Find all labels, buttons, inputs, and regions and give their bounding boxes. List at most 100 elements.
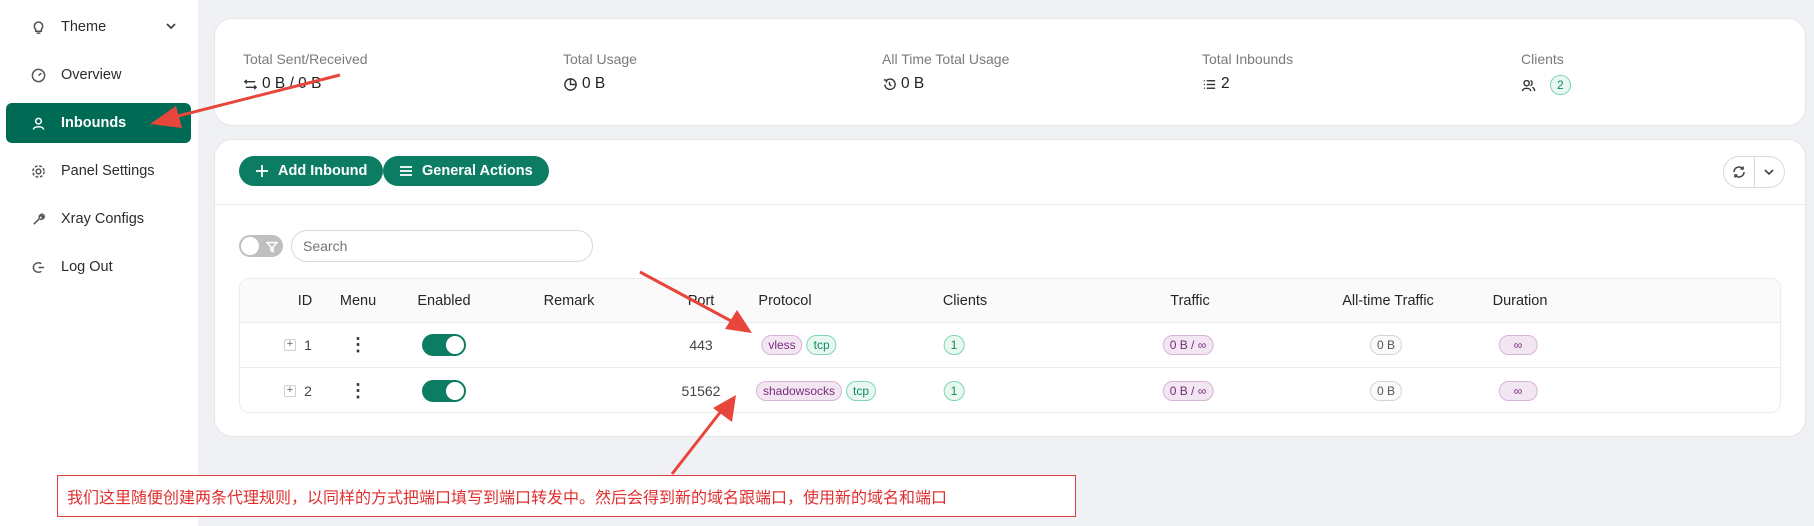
stat-value: 0 B — [901, 75, 925, 92]
all-time-cell: 0 B — [1369, 335, 1406, 355]
duration-cell: ∞ — [1498, 380, 1542, 401]
stat-sent-received: Total Sent/Received 0 B / 0 B — [243, 51, 368, 93]
column-header: Clients — [942, 293, 988, 309]
filter-toggle[interactable] — [239, 235, 283, 257]
sidebar-item-inbounds[interactable]: Inbounds — [6, 103, 191, 143]
table-row[interactable]: + 2 ⋮ 51562 shadowsocks tcp 1 0 B / ∞ 0 … — [240, 368, 1780, 412]
filter-icon — [265, 240, 279, 253]
stat-value: 2 — [1221, 75, 1230, 92]
column-header: Duration — [1492, 293, 1548, 309]
sidebar-item-xray-configs[interactable]: Xray Configs — [6, 199, 191, 239]
sidebar-item-theme[interactable]: Theme — [6, 7, 191, 47]
annotation-note: 我们这里随便创建两条代理规则，以同样的方式把端口填写到端口转发中。然后会得到新的… — [57, 475, 1076, 517]
row-menu-button[interactable]: ⋮ — [349, 335, 367, 356]
stat-value-row: 2 — [1202, 75, 1293, 93]
dashboard-icon — [30, 67, 46, 83]
all-time-tag: 0 B — [1369, 335, 1403, 355]
protocol-tag: shadowsocks — [755, 380, 843, 401]
wrench-icon — [30, 211, 46, 227]
expand-row-button[interactable]: + — [284, 339, 296, 351]
add-inbound-button[interactable]: Add Inbound — [239, 156, 384, 186]
clients-count-tag: 1 — [943, 380, 965, 401]
refresh-button[interactable] — [1724, 157, 1755, 187]
refresh-options-dropdown[interactable] — [1755, 157, 1785, 187]
clients-count-tag: 1 — [943, 335, 965, 355]
stat-value-row: 0 B / 0 B — [243, 75, 368, 93]
sidebar: Theme Overview Inbounds Panel Settings X… — [0, 0, 198, 526]
logout-icon — [30, 259, 46, 275]
gear-icon — [30, 163, 46, 179]
user-icon — [30, 115, 46, 131]
all-time-cell: 0 B — [1369, 380, 1406, 401]
list-icon — [1202, 77, 1217, 92]
stat-label: Total Inbounds — [1202, 51, 1294, 67]
sidebar-item-overview[interactable]: Overview — [6, 55, 191, 95]
sidebar-item-label: Panel Settings — [61, 163, 155, 179]
clients-cell: 1 — [943, 335, 969, 355]
general-actions-button[interactable]: General Actions — [383, 156, 549, 186]
menu-icon — [399, 164, 413, 178]
transport-tag: tcp — [806, 335, 837, 355]
duration-cell: ∞ — [1498, 335, 1542, 355]
clients-count-badge: 2 — [1550, 75, 1571, 95]
stat-value: 0 B / 0 B — [262, 75, 322, 92]
swap-icon — [243, 77, 258, 92]
transport-tag: tcp — [846, 380, 877, 401]
general-actions-label: General Actions — [422, 163, 533, 179]
stat-label: Total Usage — [563, 51, 637, 67]
row-menu-button[interactable]: ⋮ — [349, 380, 367, 401]
users-icon — [1521, 78, 1536, 93]
inbound-port: 443 — [689, 337, 713, 353]
stat-all-time-usage: All Time Total Usage 0 B — [882, 51, 1009, 93]
column-header: All-time Traffic — [1342, 293, 1434, 309]
traffic-tag: 0 B / ∞ — [1162, 335, 1214, 355]
traffic-tag: 0 B / ∞ — [1162, 380, 1214, 401]
history-icon — [882, 77, 897, 92]
column-header: ID — [297, 293, 313, 309]
switch-on — [422, 334, 466, 356]
enabled-switch[interactable] — [422, 379, 466, 402]
column-header: Protocol — [758, 293, 812, 309]
protocol-tags: vless tcp — [761, 335, 840, 355]
column-header: Enabled — [417, 293, 471, 309]
sidebar-item-label: Inbounds — [61, 115, 127, 131]
inbound-id: 2 — [304, 382, 312, 399]
stat-value: 0 B — [582, 75, 606, 92]
expand-icon: + — [284, 384, 296, 397]
table-row[interactable]: + 1 ⋮ 443 vless tcp 1 0 B / ∞ 0 B ∞ — [240, 323, 1780, 368]
lightbulb-icon — [30, 19, 46, 35]
all-time-tag: 0 B — [1369, 380, 1403, 401]
refresh-button-group — [1723, 156, 1785, 188]
traffic-cell: 0 B / ∞ — [1162, 335, 1218, 355]
protocol-tag: vless — [761, 335, 803, 355]
toolbar-divider — [215, 204, 1805, 205]
sidebar-item-panel-settings[interactable]: Panel Settings — [6, 151, 191, 191]
search-input[interactable] — [291, 230, 593, 262]
stats-card: Total Sent/Received 0 B / 0 B Total Usag… — [214, 18, 1806, 126]
chevron-down-icon[interactable] — [165, 20, 177, 32]
stat-total-usage: Total Usage 0 B — [563, 51, 637, 93]
sidebar-item-label: Overview — [61, 67, 122, 83]
inbounds-table: ID Menu Enabled Remark Port Protocol Cli… — [239, 278, 1781, 413]
inbounds-card: Add Inbound General Actions ID Menu Enab… — [214, 139, 1806, 437]
expand-row-button[interactable]: + — [284, 384, 296, 397]
switch-on — [422, 379, 466, 402]
stat-label: All Time Total Usage — [882, 51, 1010, 67]
sidebar-item-label: Theme — [61, 19, 107, 35]
chevron-down-icon — [1764, 169, 1774, 176]
protocol-tags: shadowsocks tcp — [755, 380, 880, 401]
column-header: Port — [687, 293, 715, 309]
plus-icon — [255, 164, 269, 178]
duration-tag: ∞ — [1498, 380, 1538, 401]
sidebar-item-label: Xray Configs — [61, 211, 145, 227]
add-inbound-label: Add Inbound — [278, 163, 368, 179]
toggle-knob — [241, 237, 259, 255]
stat-value-row: 2 — [1521, 75, 1571, 95]
traffic-cell: 0 B / ∞ — [1162, 380, 1218, 401]
stat-clients: Clients 2 — [1521, 51, 1571, 95]
enabled-switch[interactable] — [422, 334, 466, 356]
sidebar-item-logout[interactable]: Log Out — [6, 247, 191, 287]
inbound-id: 1 — [304, 337, 312, 353]
duration-tag: ∞ — [1498, 335, 1538, 355]
column-header: Traffic — [1170, 293, 1210, 309]
